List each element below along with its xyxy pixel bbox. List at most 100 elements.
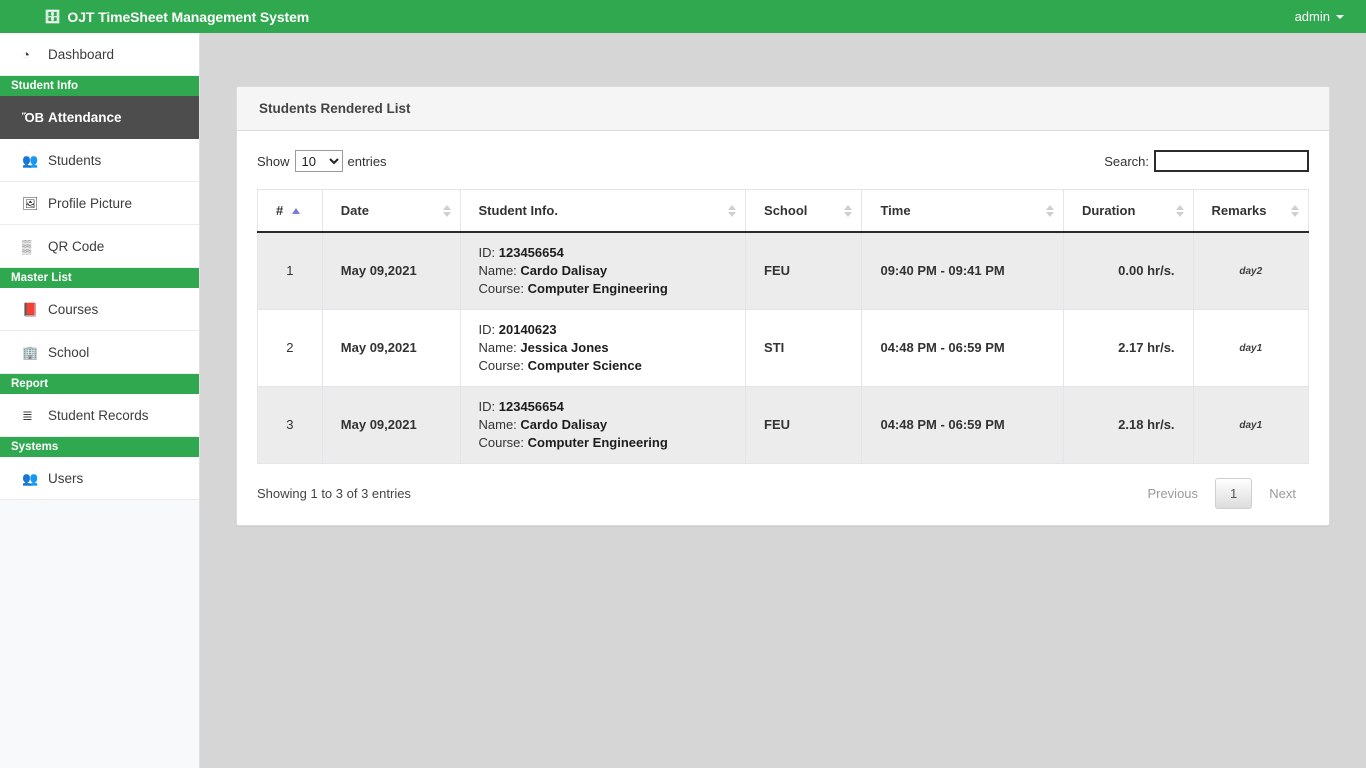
cell-number: 2 (257, 309, 323, 387)
sidebar-item-students[interactable]: 👥 Students (0, 139, 199, 182)
column-header-remarks[interactable]: Remarks (1192, 189, 1310, 233)
cell-duration: 2.18 hr/s. (1062, 386, 1194, 464)
sidebar-item-attendance[interactable]: ὌB Attendance (0, 96, 199, 139)
cell-number: 1 (257, 231, 323, 310)
sidebar-item-label: Students (48, 152, 102, 168)
list-icon: ≣ (22, 407, 33, 423)
qrcode-icon: ▒ (22, 238, 32, 254)
column-label: Time (880, 203, 911, 218)
sidebar-item-student-records[interactable]: ≣ Student Records (0, 394, 199, 437)
cell-student-course-label: Course: (478, 358, 525, 373)
table-header-row: # Date Student Info. School Time Duratio… (257, 189, 1310, 233)
chevron-down-icon (1336, 14, 1344, 19)
remarks-badge: day1 (1239, 420, 1263, 431)
cell-time: 04:48 PM - 06:59 PM (861, 309, 1064, 387)
column-label: School (764, 203, 808, 218)
sidebar-filler (0, 500, 199, 510)
cell-duration: 0.00 hr/s. (1062, 231, 1194, 310)
search-label: Search: (1104, 153, 1149, 169)
cell-student-id: ID: 123456654 (479, 244, 728, 262)
column-header-school[interactable]: School (745, 189, 863, 233)
column-header-time[interactable]: Time (861, 189, 1064, 233)
clipboard-list-icon: ὌB (22, 109, 45, 125)
sidebar-section-label: Report (11, 378, 49, 390)
table-row[interactable]: 3 May 09,2021 ID: 123456654 Name: Cardo Dal… (257, 386, 1310, 464)
page-length-select[interactable]: 102550100 (294, 150, 343, 172)
table-body: 1 May 09,2021 ID: 123456654 Name: Cardo Dal… (257, 231, 1310, 464)
column-label: # (276, 203, 284, 218)
sidebar-item-label: Courses (48, 301, 99, 317)
cell-number: 3 (257, 386, 323, 464)
sort-both-icon (1175, 204, 1185, 218)
cell-school: FEU (745, 231, 863, 310)
cell-student-course: Course: Computer Science (479, 357, 728, 375)
search-control: Search: (1104, 150, 1309, 172)
sidebar-item-dashboard[interactable]: ◔ Dashboard (0, 33, 199, 76)
cell-student-id-label: ID: (478, 399, 496, 414)
cell-student-name-value: Jessica Jones (520, 340, 609, 355)
column-header-duration[interactable]: Duration (1062, 189, 1194, 233)
remarks-badge: day2 (1239, 266, 1263, 277)
brand-title: OJT TimeSheet Management System (67, 8, 310, 25)
cell-student-course-value: Computer Science (527, 358, 642, 373)
pagination-previous[interactable]: Previous (1134, 479, 1211, 508)
cell-student-name-value: Cardo Dalisay (520, 263, 608, 278)
pagination-page-1[interactable]: 1 (1215, 478, 1253, 509)
cell-student-name-label: Name: (478, 417, 517, 432)
pagination: Previous 1 Next (1134, 478, 1309, 509)
book-icon: 📕 (22, 301, 39, 317)
remarks-badge: day1 (1239, 343, 1263, 354)
table-row[interactable]: 1 May 09,2021 ID: 123456654 Name: Cardo Dal… (257, 231, 1310, 310)
cell-student-course: Course: Computer Engineering (479, 434, 728, 452)
table-row[interactable]: 2 May 09,2021 ID: 20140623 Name: Jessica Jo… (257, 309, 1310, 387)
cell-student-course: Course: Computer Engineering (479, 280, 728, 298)
sort-both-icon (1291, 204, 1300, 218)
sidebar-item-profile-picture[interactable]: 🖼 Profile Picture (0, 182, 199, 225)
cell-student-name: Name: Cardo Dalisay (479, 262, 728, 280)
sidebar-item-label: Attendance (48, 109, 122, 125)
sidebar-item-users[interactable]: 👥 Users (0, 457, 199, 500)
sidebar-section-master-list: Master List (0, 268, 199, 288)
column-header-number[interactable]: # (257, 189, 323, 233)
cell-student-info: ID: 123456654 Name: Cardo Dalisay Course: … (459, 231, 747, 310)
pagination-next[interactable]: Next (1256, 479, 1309, 508)
sidebar-section-label: Systems (11, 441, 59, 453)
cell-student-id-value: 20140623 (498, 322, 557, 337)
sidebar-section-report: Report (0, 374, 199, 394)
sidebar-item-label: Student Records (48, 407, 149, 423)
table-head: # Date Student Info. School Time Duratio… (257, 189, 1310, 233)
cell-school: FEU (745, 386, 863, 464)
sidebar-item-school[interactable]: 🏢 School (0, 331, 199, 374)
cell-student-info: ID: 123456654 Name: Cardo Dalisay Course: … (459, 386, 747, 464)
sidebar-section-student-info: Student Info (0, 76, 199, 96)
sidebar-item-qr-code[interactable]: ▒ QR Code (0, 225, 199, 268)
entries-label: entries (347, 153, 387, 169)
page-length-control: Show 102550100 entries (257, 150, 387, 172)
cell-student-id: ID: 20140623 (479, 321, 728, 339)
table-controls: Show 102550100 entries Search: (257, 145, 1309, 177)
admin-dropdown[interactable]: admin (1287, 0, 1352, 33)
cell-student-course-value: Computer Engineering (527, 435, 668, 450)
admin-label: admin (1294, 9, 1330, 24)
sidebar-item-courses[interactable]: 📕 Courses (0, 288, 199, 331)
brand[interactable]: 🗄 OJT TimeSheet Management System (44, 9, 309, 25)
sort-both-icon (1045, 204, 1055, 218)
sort-both-icon (844, 204, 853, 218)
cell-date: May 09,2021 (321, 309, 461, 387)
column-header-student-info[interactable]: Student Info. (459, 189, 747, 233)
sidebar-item-label: School (48, 344, 90, 360)
show-label: Show (257, 153, 290, 169)
main-content: Students Rendered List Show 102550100 en… (200, 33, 1366, 768)
panel-body: Show 102550100 entries Search: # Date St… (237, 131, 1329, 525)
column-header-date[interactable]: Date (321, 189, 461, 233)
sidebar-section-label: Master List (11, 272, 72, 284)
students-table: # Date Student Info. School Time Duratio… (257, 189, 1310, 464)
sort-both-icon (442, 204, 452, 218)
sidebar-section-systems: Systems (0, 437, 199, 457)
search-input[interactable] (1154, 150, 1309, 172)
image-icon: 🖼 (22, 195, 39, 211)
cell-student-course-value: Computer Engineering (527, 281, 668, 296)
cell-time: 04:48 PM - 06:59 PM (861, 386, 1064, 464)
cell-student-id-label: ID: (478, 322, 496, 337)
dashboard-icon: ◔ (22, 46, 30, 62)
